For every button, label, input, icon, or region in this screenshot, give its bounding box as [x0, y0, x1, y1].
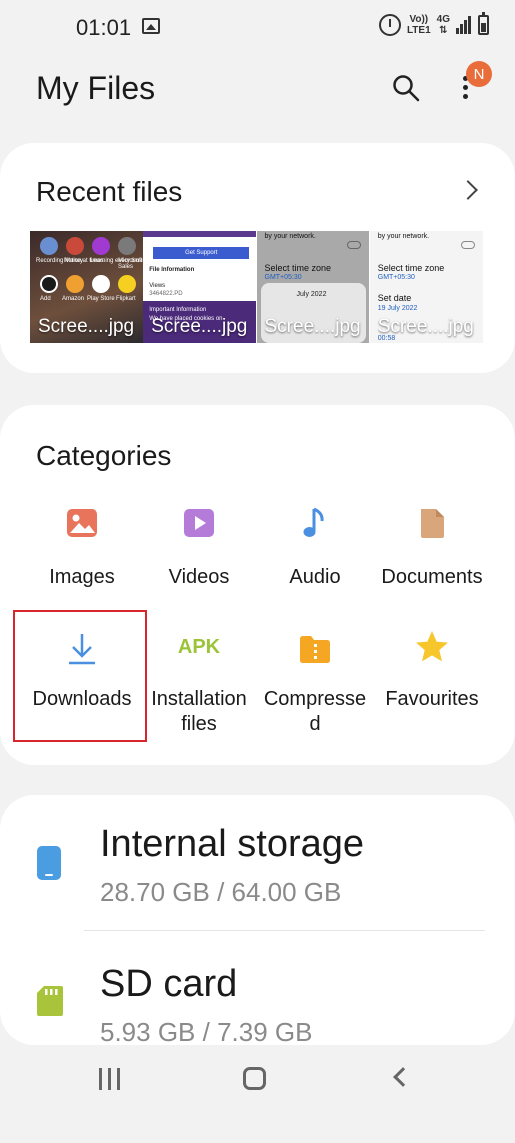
navigation-bar: [0, 1060, 515, 1143]
status-time: 01:01: [76, 15, 132, 40]
category-label: d: [309, 713, 321, 735]
thumb-text: Select time zone: [264, 263, 332, 273]
status-icons: Vo)) LTE1 4G ⇅: [378, 12, 489, 36]
thumb-text: File Information: [149, 267, 195, 273]
page-title: My Files: [36, 70, 156, 106]
recent-file-thumbnail[interactable]: Recording Money Notice at times Learning…: [30, 231, 143, 343]
lte-label: LTE1: [406, 25, 431, 36]
data-arrows-icon: ⇅: [439, 25, 448, 36]
category-images[interactable]: Images: [21, 505, 143, 595]
app-label: Flipkart: [116, 296, 136, 302]
divider: [84, 930, 485, 931]
recent-file-thumbnail[interactable]: Get Support File Information Views 34648…: [143, 231, 257, 343]
app-label: Play Store: [87, 296, 115, 302]
category-favourites[interactable]: Favourites: [371, 627, 493, 737]
storage-name: SD card: [100, 963, 238, 1005]
thumb-text: Select time zone: [377, 263, 445, 273]
volte-indicator: Vo)) LTE1: [407, 14, 431, 36]
thumb-text: GMT+05:30: [264, 274, 302, 281]
recent-file-thumbnail[interactable]: by your network. Select time zone GMT+05…: [256, 231, 370, 343]
thumb-text: GMT+05:30: [377, 274, 415, 281]
recent-file-name: Scree....jpg: [377, 316, 474, 337]
storage-internal[interactable]: Internal storage 28.70 GB / 64.00 GB: [0, 815, 515, 935]
category-audio[interactable]: Audio: [254, 505, 376, 595]
highlight-box: [13, 610, 147, 742]
app-label: Microsoft Sales: [118, 258, 143, 270]
category-documents[interactable]: Documents: [371, 505, 493, 595]
recent-apps-icon[interactable]: [99, 1068, 123, 1090]
network-indicator: 4G ⇅: [437, 14, 450, 36]
recent-files-card: Recent files Recording Money Notice at t…: [0, 143, 515, 373]
category-label: Favourites: [385, 688, 479, 710]
storage-size: 28.70 GB / 64.00 GB: [100, 877, 342, 907]
category-label: files: [181, 713, 217, 735]
categories-card: Categories Images Videos Audio Documents…: [0, 405, 515, 765]
thumb-text: by your network.: [377, 233, 430, 240]
recent-file-thumbnail[interactable]: by your network. Select time zone GMT+05…: [369, 231, 483, 343]
thumb-text: by your network.: [264, 233, 316, 240]
document-icon: [421, 509, 444, 538]
category-label: Documents: [381, 566, 483, 588]
category-label: Images: [49, 566, 115, 588]
storage-sd-card[interactable]: SD card 5.93 GB / 7.39 GB: [0, 955, 515, 1075]
back-icon[interactable]: [393, 1067, 413, 1087]
network-type-label: 4G: [436, 14, 450, 25]
compressed-icon: [300, 636, 330, 663]
video-icon: [184, 509, 214, 537]
star-icon: [416, 631, 448, 662]
category-label: Compresse: [263, 688, 367, 710]
signal-icon: [456, 16, 472, 34]
chevron-right-icon[interactable]: [458, 180, 478, 200]
app-label: Add: [40, 296, 51, 302]
category-label: Videos: [168, 566, 230, 588]
storage-name: Internal storage: [100, 823, 365, 865]
thumb-text: 19 July 2022: [377, 305, 418, 312]
phone-icon: [37, 846, 61, 880]
storage-size: 5.93 GB / 7.39 GB: [100, 1017, 313, 1047]
status-bar: 01:01 Vo)) LTE1 4G ⇅: [0, 0, 515, 56]
volte-label: Vo)): [409, 14, 429, 25]
category-label: Audio: [289, 566, 341, 588]
battery-icon: [478, 12, 489, 35]
recent-file-name: Scree....jpg: [151, 316, 248, 337]
thumb-text: 3464822.PD: [149, 291, 183, 297]
app-label: Amazon: [62, 296, 85, 302]
recent-files-title: Recent files: [36, 176, 183, 207]
category-installation-files[interactable]: APK Installation files: [138, 627, 260, 737]
thumb-button-text: Get Support: [153, 247, 250, 259]
account-avatar[interactable]: N: [466, 61, 492, 87]
image-icon: [67, 509, 97, 537]
alarm-icon: [378, 14, 401, 36]
recent-files-list: Recording Money Notice at times Learning…: [30, 231, 483, 343]
thumb-text: Set date: [377, 293, 412, 303]
apk-icon: APK: [177, 636, 221, 658]
thumb-text: Important Information: [149, 307, 207, 313]
category-videos[interactable]: Videos: [138, 505, 260, 595]
search-icon[interactable]: [392, 74, 420, 102]
recent-file-name: Scree....jpg: [38, 316, 135, 337]
audio-icon: [303, 507, 324, 537]
thumb-text: July 2022: [296, 291, 327, 298]
gallery-notification-icon: [142, 18, 160, 34]
my-files-screen: 01:01 Vo)) LTE1 4G ⇅ My Files N Recent f…: [0, 0, 515, 1143]
categories-title: Categories: [36, 440, 172, 471]
category-label: Installation: [151, 688, 247, 710]
sd-card-icon: [37, 986, 63, 1016]
recent-file-name: Scree....jpg: [264, 316, 361, 337]
home-icon[interactable]: [243, 1067, 266, 1090]
storage-card: Internal storage 28.70 GB / 64.00 GB SD …: [0, 795, 515, 1047]
category-compressed[interactable]: Compresse d: [254, 627, 376, 737]
thumb-text: Views: [149, 283, 166, 289]
